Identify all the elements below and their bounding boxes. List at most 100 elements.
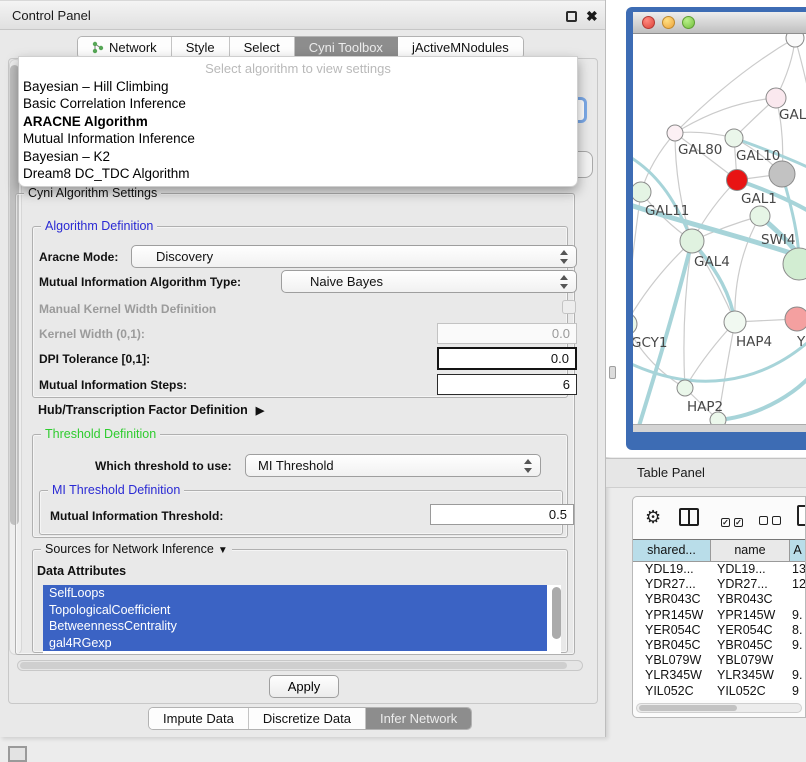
zoom-traffic-light[interactable] (682, 16, 695, 29)
network-edge[interactable] (675, 98, 776, 133)
network-edge[interactable] (685, 322, 735, 388)
tab-infer-network[interactable]: Infer Network (366, 708, 471, 729)
network-node-label: GAL1 (741, 191, 777, 207)
float-window-icon[interactable] (566, 11, 577, 22)
network-node[interactable] (724, 311, 746, 333)
network-edge[interactable] (795, 38, 806, 104)
tab-impute-data[interactable]: Impute Data (149, 708, 249, 729)
table-row[interactable]: YLR345WYLR345W9. (633, 668, 805, 683)
network-node-label: Y (796, 334, 806, 350)
tab-style[interactable]: Style (172, 37, 230, 58)
tab-network[interactable]: Network (78, 37, 172, 58)
close-icon[interactable]: ✖ (586, 5, 598, 27)
expanded-arrow-icon[interactable]: ▼ (218, 545, 228, 556)
network-node[interactable] (677, 380, 693, 396)
table-cell: YBR043C (711, 592, 790, 607)
column-header[interactable]: shared... (633, 540, 711, 561)
network-canvas[interactable]: GALGAL80GAL10GAL1GAL11SWI4GAL4GCY1HAP4YH… (633, 34, 806, 424)
table-row[interactable]: YBR043CYBR043C (633, 592, 805, 607)
minimize-traffic-light[interactable] (662, 16, 675, 29)
network-node[interactable] (680, 229, 704, 253)
network-node[interactable] (785, 307, 806, 331)
settings-gear-icon[interactable]: ⚙ (645, 506, 661, 528)
table-row[interactable]: YDL19...YDL19...13 (633, 562, 805, 577)
network-node[interactable] (633, 313, 637, 335)
algorithm-option[interactable]: Bayesian – K2 (19, 148, 577, 165)
table-cell: YBR043C (633, 592, 711, 607)
settings-horizontal-scrollbar[interactable] (17, 660, 583, 671)
hub-definition-label[interactable]: Hub/Transcription Factor Definition▶ (38, 403, 264, 417)
network-node[interactable] (769, 161, 795, 187)
table-body: YDL19...YDL19...13YDR27...YDR27...12YBR0… (633, 562, 805, 700)
network-edge-highlighted[interactable] (718, 368, 806, 420)
table-row[interactable]: YBL079WYBL079W (633, 653, 805, 668)
tab-select[interactable]: Select (230, 37, 295, 58)
which-threshold-label: Which threshold to use: (95, 459, 232, 473)
mi-algorithm-type-combobox[interactable]: Naive Bayes (281, 270, 577, 293)
algorithm-option[interactable]: Mutual Information Inference (19, 130, 577, 147)
data-attributes-label: Data Attributes (37, 564, 126, 578)
network-window-titlebar[interactable] (633, 12, 806, 34)
network-node[interactable] (766, 88, 786, 108)
kernel-width-label: Kernel Width (0,1): (39, 327, 145, 341)
network-edge[interactable] (735, 216, 760, 322)
manual-kernel-width-checkbox[interactable] (562, 300, 576, 314)
aracne-mode-combobox[interactable]: Discovery (131, 245, 577, 268)
which-threshold-combobox[interactable]: MI Threshold (245, 454, 541, 477)
network-graph[interactable]: GALGAL80GAL10GAL1GAL11SWI4GAL4GCY1HAP4YH… (633, 34, 806, 424)
table-row[interactable]: YDR27...YDR27...12 (633, 577, 805, 592)
table-row[interactable]: YPR145WYPR145W9. (633, 608, 805, 623)
column-layout-icon[interactable] (679, 508, 699, 526)
tab-cyni-toolbox[interactable]: Cyni Toolbox (295, 37, 398, 58)
algorithm-option[interactable]: Dream8 DC_TDC Algorithm (19, 165, 577, 182)
tab-label: Discretize Data (263, 708, 351, 729)
table-row[interactable]: YER054CYER054C8. (633, 623, 805, 638)
close-traffic-light[interactable] (642, 16, 655, 29)
network-node[interactable] (750, 206, 770, 226)
network-node[interactable] (633, 182, 651, 202)
table-row[interactable]: YBR045CYBR045C9. (633, 638, 805, 653)
algorithm-option[interactable]: Bayesian – Hill Climbing (19, 78, 577, 95)
kernel-width-field: 0.0 (437, 323, 577, 344)
mi-threshold-definition-legend: MI Threshold Definition (48, 483, 184, 497)
splitter-handle[interactable] (609, 366, 616, 379)
dpi-tolerance-field[interactable]: 0.0 (437, 347, 577, 370)
network-edge[interactable] (633, 192, 641, 324)
scrollbar-thumb[interactable] (639, 705, 737, 711)
mi-steps-field[interactable]: 6 (437, 374, 577, 395)
sources-legend[interactable]: Sources for Network Inference▼ (41, 542, 232, 556)
data-attribute-item[interactable]: SelfLoops (43, 585, 547, 602)
network-node[interactable] (727, 170, 748, 191)
spinner-arrows-icon (524, 459, 533, 473)
column-header[interactable]: A (790, 540, 805, 561)
document-icon[interactable] (797, 505, 806, 526)
algorithm-option[interactable]: Basic Correlation Inference (19, 95, 577, 112)
network-window-bottom-edge (633, 424, 806, 432)
network-node[interactable] (725, 129, 743, 147)
tab-discretize-data[interactable]: Discretize Data (249, 708, 366, 729)
collapsed-arrow-icon[interactable]: ▶ (256, 404, 264, 417)
deselect-all-checkboxes-icon[interactable] (759, 513, 785, 528)
algorithm-definition-legend: Algorithm Definition (41, 219, 157, 233)
data-attribute-item[interactable]: TopologicalCoefficient (43, 602, 547, 619)
tab-jactivemnodules[interactable]: jActiveMNodules (398, 37, 523, 58)
control-panel-window: Control Panel ✖ NetworkStyleSelectCyni T… (0, 0, 606, 737)
column-header[interactable]: name (711, 540, 790, 561)
network-node[interactable] (786, 34, 804, 47)
data-attributes-list[interactable]: SelfLoopsTopologicalCoefficientBetweenne… (43, 585, 561, 654)
attributes-list-scrollbar[interactable] (552, 587, 561, 639)
network-node[interactable] (667, 125, 683, 141)
data-attribute-item[interactable]: gal4RGexp (43, 635, 547, 652)
dock-panel-icon[interactable] (8, 746, 27, 762)
data-attribute-item[interactable]: BetweennessCentrality (43, 618, 547, 635)
apply-button[interactable]: Apply (269, 675, 339, 698)
table-horizontal-scrollbar[interactable] (636, 703, 802, 713)
scrollbar-thumb[interactable] (20, 662, 567, 669)
algorithm-option[interactable]: ARACNE Algorithm (19, 113, 577, 130)
mi-threshold-field[interactable]: 0.5 (430, 504, 574, 525)
network-edge[interactable] (675, 38, 795, 133)
aracne-mode-label: Aracne Mode: (39, 250, 118, 264)
table-cell: YER054C (711, 623, 790, 638)
select-all-checkboxes-icon[interactable]: ✓✓ (721, 513, 747, 528)
table-row[interactable]: YIL052CYIL052C9 (633, 684, 805, 699)
